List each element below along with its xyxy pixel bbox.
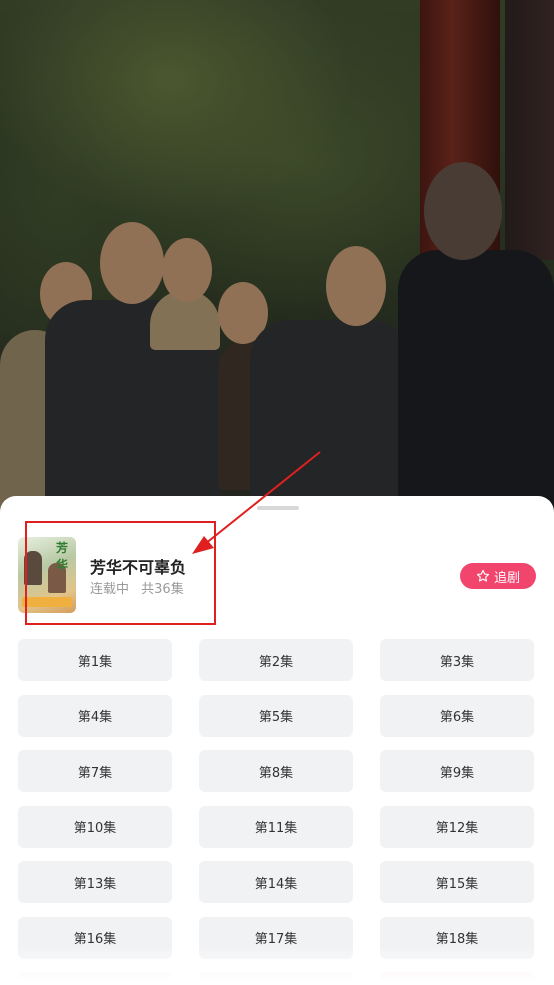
episode-item[interactable]: 第14集 [199, 861, 353, 903]
video-overlay [0, 0, 554, 520]
episode-item[interactable]: 第12集 [380, 805, 534, 848]
list-fade [0, 945, 554, 985]
episode-item[interactable]: 第9集 [380, 750, 534, 792]
episode-item[interactable]: 第10集 [18, 805, 172, 848]
episode-sheet: 芳华 芳华不可辜负 连载中 共36集 追剧 第1集 第2集 第3集 第4集 第5集 第6集… [0, 496, 554, 985]
episode-item[interactable]: 第13集 [18, 861, 172, 903]
episode-item[interactable]: 第5集 [199, 694, 353, 737]
follow-button[interactable]: 追剧 [460, 563, 536, 589]
annotation-highlight-box [25, 521, 216, 625]
video-player[interactable] [0, 0, 554, 520]
episode-item[interactable]: 第15集 [380, 861, 534, 903]
episode-item[interactable]: 第7集 [18, 750, 172, 792]
sheet-drag-handle[interactable] [257, 506, 299, 510]
episode-item[interactable]: 第8集 [199, 750, 353, 792]
follow-label: 追剧 [493, 570, 520, 586]
episode-item[interactable]: 第11集 [199, 805, 353, 848]
episode-item[interactable]: 第6集 [380, 694, 534, 737]
episode-item[interactable]: 第2集 [199, 639, 353, 681]
episode-item[interactable]: 第3集 [380, 639, 534, 681]
episode-item[interactable]: 第4集 [18, 694, 172, 737]
episode-item[interactable]: 第1集 [18, 639, 172, 681]
star-icon [476, 569, 490, 582]
